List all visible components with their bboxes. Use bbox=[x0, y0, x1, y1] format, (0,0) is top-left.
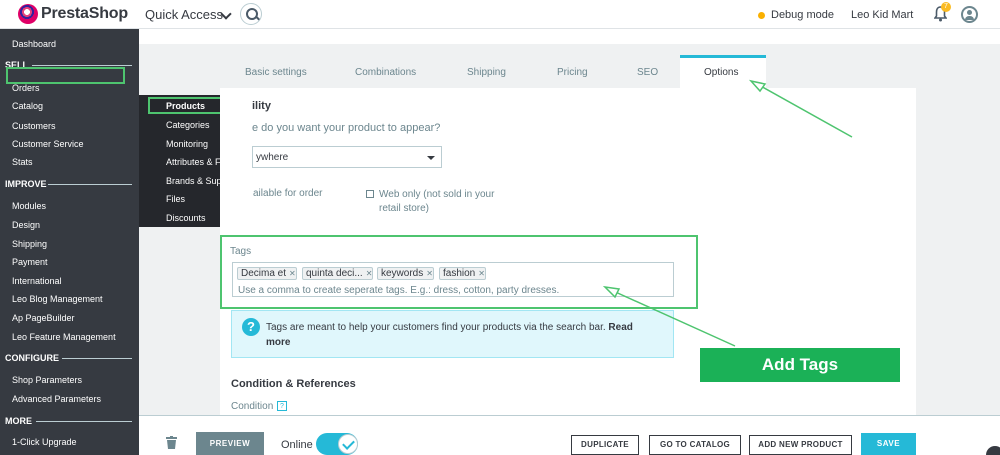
tab-pricing[interactable]: Pricing bbox=[557, 67, 588, 78]
user-account-icon[interactable] bbox=[961, 6, 978, 23]
tags-label: Tags bbox=[230, 246, 252, 257]
search-icon[interactable] bbox=[240, 3, 262, 25]
tag-chip[interactable]: Decima et ✕ bbox=[237, 267, 297, 280]
sidebar-item-catalog[interactable]: Catalog bbox=[12, 101, 43, 111]
catalog-highlight-box bbox=[6, 67, 125, 84]
caret-down-icon bbox=[427, 156, 435, 160]
tag-chip-label: keywords bbox=[381, 268, 424, 279]
sidebar-item-design[interactable]: Design bbox=[12, 220, 40, 230]
save-button[interactable]: SAVE bbox=[861, 433, 916, 455]
online-toggle[interactable] bbox=[316, 433, 358, 455]
duplicate-button[interactable]: DUPLICATE bbox=[571, 435, 639, 455]
preview-button[interactable]: PREVIEW bbox=[196, 432, 264, 455]
quick-access-dropdown[interactable]: Quick Access bbox=[145, 7, 223, 22]
web-only-label[interactable]: Web only (not sold in your retail store) bbox=[379, 188, 514, 216]
check-icon bbox=[338, 434, 358, 454]
tab-options-label: Options bbox=[704, 67, 739, 78]
visibility-select[interactable]: ywhere bbox=[252, 146, 442, 168]
submenu-item-monitoring[interactable]: Monitoring bbox=[166, 139, 208, 149]
tags-info-alert: ? Tags are meant to help your customers … bbox=[231, 310, 674, 358]
submenu-item-discounts[interactable]: Discounts bbox=[166, 213, 206, 223]
product-tabs: Basic settings Combinations Shipping Pri… bbox=[220, 55, 916, 88]
go-to-catalog-button[interactable]: GO TO CATALOG bbox=[649, 435, 741, 455]
tab-options[interactable]: Options bbox=[680, 55, 766, 88]
add-tags-callout: Add Tags bbox=[700, 348, 900, 382]
condition-references-title: Condition & References bbox=[231, 378, 356, 390]
sidebar-item-payment[interactable]: Payment bbox=[12, 257, 48, 267]
sidebar-item-modules[interactable]: Modules bbox=[12, 201, 46, 211]
sidebar-item-leo-blog[interactable]: Leo Blog Management bbox=[12, 294, 103, 304]
remove-tag-icon[interactable]: ✕ bbox=[289, 269, 296, 278]
main-top-strip bbox=[139, 29, 1000, 44]
sidebar-item-leo-feature[interactable]: Leo Feature Management bbox=[12, 332, 116, 342]
remove-tag-icon[interactable]: ✕ bbox=[366, 269, 373, 278]
sidebar-item-stats[interactable]: Stats bbox=[12, 157, 33, 167]
submenu-item-categories[interactable]: Categories bbox=[166, 120, 210, 130]
available-for-order-label[interactable]: ailable for order bbox=[253, 188, 322, 199]
sidebar-item-1-click-upgrade[interactable]: 1-Click Upgrade bbox=[12, 437, 77, 447]
trash-icon[interactable] bbox=[166, 436, 177, 449]
help-widget-icon[interactable] bbox=[986, 446, 1000, 455]
tag-chip-label: quinta deci... bbox=[306, 268, 363, 279]
sidebar-item-customers[interactable]: Customers bbox=[12, 121, 56, 131]
remove-tag-icon[interactable]: ✕ bbox=[478, 269, 485, 278]
visibility-title: ility bbox=[252, 100, 271, 112]
debug-mode-label: Debug mode bbox=[771, 9, 834, 21]
sidebar-item-shop-parameters[interactable]: Shop Parameters bbox=[12, 375, 82, 385]
tag-chip-label: fashion bbox=[443, 268, 476, 279]
visibility-question: e do you want your product to appear? bbox=[252, 122, 441, 134]
add-new-product-button[interactable]: ADD NEW PRODUCT bbox=[749, 435, 852, 455]
tag-chip[interactable]: quinta deci... ✕ bbox=[302, 267, 374, 280]
sidebar-item-orders[interactable]: Orders bbox=[12, 83, 40, 93]
notification-badge: 7 bbox=[941, 2, 951, 12]
section-divider bbox=[62, 358, 132, 359]
sidebar: Dashboard SELL Orders Catalog Customers … bbox=[0, 29, 139, 455]
shop-name-link[interactable]: Leo Kid Mart bbox=[851, 9, 913, 21]
section-divider bbox=[48, 184, 132, 185]
prestashop-logo[interactable]: PrestaShop bbox=[18, 4, 128, 24]
top-header: PrestaShop Quick Access Debug mode Leo K… bbox=[0, 0, 1000, 29]
online-label: Online bbox=[281, 439, 313, 451]
tab-seo[interactable]: SEO bbox=[637, 67, 658, 78]
tags-input[interactable]: Decima et ✕ quinta deci... ✕ keywords ✕ fas… bbox=[232, 262, 674, 297]
sidebar-item-dashboard[interactable]: Dashboard bbox=[12, 39, 56, 49]
visibility-select-value: ywhere bbox=[256, 152, 289, 163]
tag-chip[interactable]: keywords ✕ bbox=[377, 267, 434, 280]
question-circle-icon: ? bbox=[242, 318, 260, 336]
web-only-checkbox[interactable] bbox=[366, 190, 374, 198]
tag-chip-label: Decima et bbox=[241, 268, 287, 279]
section-divider bbox=[36, 421, 132, 422]
prestashop-logo-icon bbox=[18, 4, 38, 24]
sidebar-section-more: MORE bbox=[5, 416, 32, 426]
logo-text: PrestaShop bbox=[41, 5, 128, 22]
help-icon[interactable]: ? bbox=[277, 401, 287, 411]
sidebar-item-customer-service[interactable]: Customer Service bbox=[12, 139, 84, 149]
sidebar-item-ap-pagebuilder[interactable]: Ap PageBuilder bbox=[12, 313, 75, 323]
condition-label: Condition bbox=[231, 401, 274, 412]
sidebar-section-configure: CONFIGURE bbox=[5, 353, 59, 363]
tag-chip[interactable]: fashion ✕ bbox=[439, 267, 486, 280]
sidebar-section-improve: IMPROVE bbox=[5, 179, 47, 189]
info-text: Tags are meant to help your customers fi… bbox=[266, 320, 646, 350]
sidebar-item-international[interactable]: International bbox=[12, 276, 62, 286]
debug-status-dot bbox=[758, 11, 765, 19]
sidebar-item-shipping[interactable]: Shipping bbox=[12, 239, 47, 249]
tab-combinations[interactable]: Combinations bbox=[355, 67, 416, 78]
remove-tag-icon[interactable]: ✕ bbox=[426, 269, 433, 278]
tags-hint: Use a comma to create seperate tags. E.g… bbox=[238, 285, 560, 296]
sidebar-item-advanced-parameters[interactable]: Advanced Parameters bbox=[12, 394, 101, 404]
section-divider bbox=[32, 65, 132, 66]
tab-basic-settings[interactable]: Basic settings bbox=[245, 67, 307, 78]
debug-mode-indicator[interactable]: Debug mode bbox=[758, 9, 834, 21]
submenu-item-files[interactable]: Files bbox=[166, 194, 185, 204]
tab-shipping[interactable]: Shipping bbox=[467, 67, 506, 78]
info-message: Tags are meant to help your customers fi… bbox=[266, 322, 606, 333]
